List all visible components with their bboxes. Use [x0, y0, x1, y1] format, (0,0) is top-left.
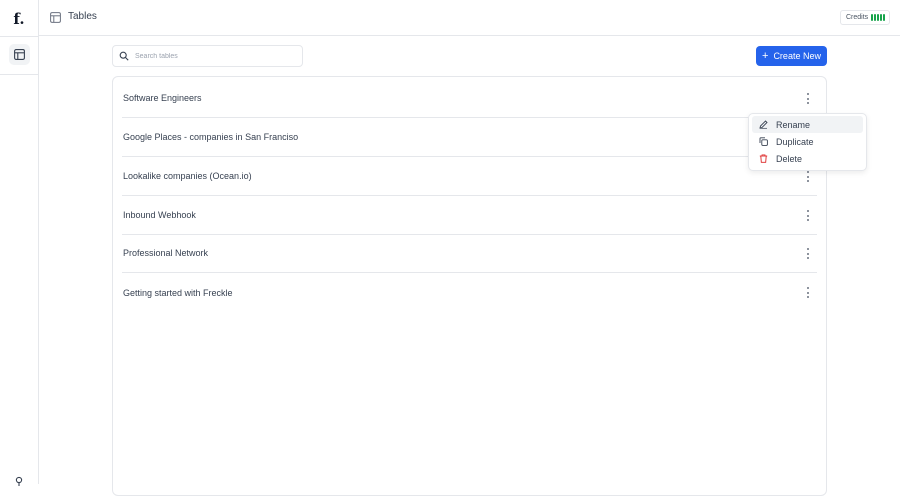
table-row[interactable]: Getting started with Freckle	[122, 273, 817, 312]
more-options-icon[interactable]	[803, 171, 813, 182]
credits-indicator[interactable]: Credits	[840, 10, 890, 25]
trash-icon	[759, 154, 768, 163]
menu-item-label: Rename	[776, 119, 811, 130]
menu-item-label: Delete	[776, 153, 803, 164]
create-new-label: Create New	[773, 51, 821, 61]
table-row[interactable]: Software Engineers	[122, 79, 817, 118]
tables-list: Software Engineers Google Places - compa…	[112, 76, 827, 496]
app-logo[interactable]: f.	[9, 9, 29, 29]
more-options-icon[interactable]	[803, 248, 813, 259]
table-name[interactable]: Professional Network	[122, 248, 208, 258]
copy-icon	[759, 137, 768, 146]
table-icon	[50, 12, 61, 23]
table-name[interactable]: Software Engineers	[122, 93, 202, 103]
menu-item-label: Duplicate	[776, 136, 814, 147]
search-box[interactable]	[112, 45, 303, 67]
table-row[interactable]: Google Places - companies in San Francis…	[122, 118, 817, 157]
sidebar-divider	[0, 74, 39, 75]
user-icon[interactable]	[14, 476, 24, 486]
sidebar: f.	[0, 0, 39, 486]
table-row[interactable]: Lookalike companies (Ocean.io)	[122, 157, 817, 196]
table-name[interactable]: Google Places - companies in San Francis…	[122, 132, 298, 142]
more-options-icon[interactable]	[803, 93, 813, 104]
row-context-menu: Rename Duplicate Delete	[748, 113, 867, 171]
menu-item-delete[interactable]: Delete	[752, 150, 863, 167]
table-name[interactable]: Getting started with Freckle	[122, 288, 233, 298]
search-input[interactable]	[135, 52, 295, 60]
top-bar: Tables Credits	[39, 0, 900, 36]
table-icon	[14, 49, 25, 60]
breadcrumb[interactable]: Tables	[68, 11, 97, 22]
more-options-icon[interactable]	[803, 210, 813, 221]
plus-icon: +	[762, 49, 769, 62]
create-new-button[interactable]: + Create New	[756, 46, 827, 66]
table-name[interactable]: Inbound Webhook	[122, 210, 196, 220]
menu-item-rename[interactable]: Rename	[752, 116, 863, 133]
credits-meter	[871, 14, 886, 21]
sidebar-item-tables[interactable]	[9, 44, 30, 65]
search-icon	[119, 51, 129, 61]
menu-item-duplicate[interactable]: Duplicate	[752, 133, 863, 150]
table-row[interactable]: Professional Network	[122, 234, 817, 273]
more-options-icon[interactable]	[803, 287, 813, 298]
table-name[interactable]: Lookalike companies (Ocean.io)	[122, 171, 252, 181]
credits-label: Credits	[846, 14, 869, 21]
table-row[interactable]: Inbound Webhook	[122, 196, 817, 235]
sidebar-divider	[0, 36, 39, 37]
pencil-icon	[759, 120, 768, 129]
